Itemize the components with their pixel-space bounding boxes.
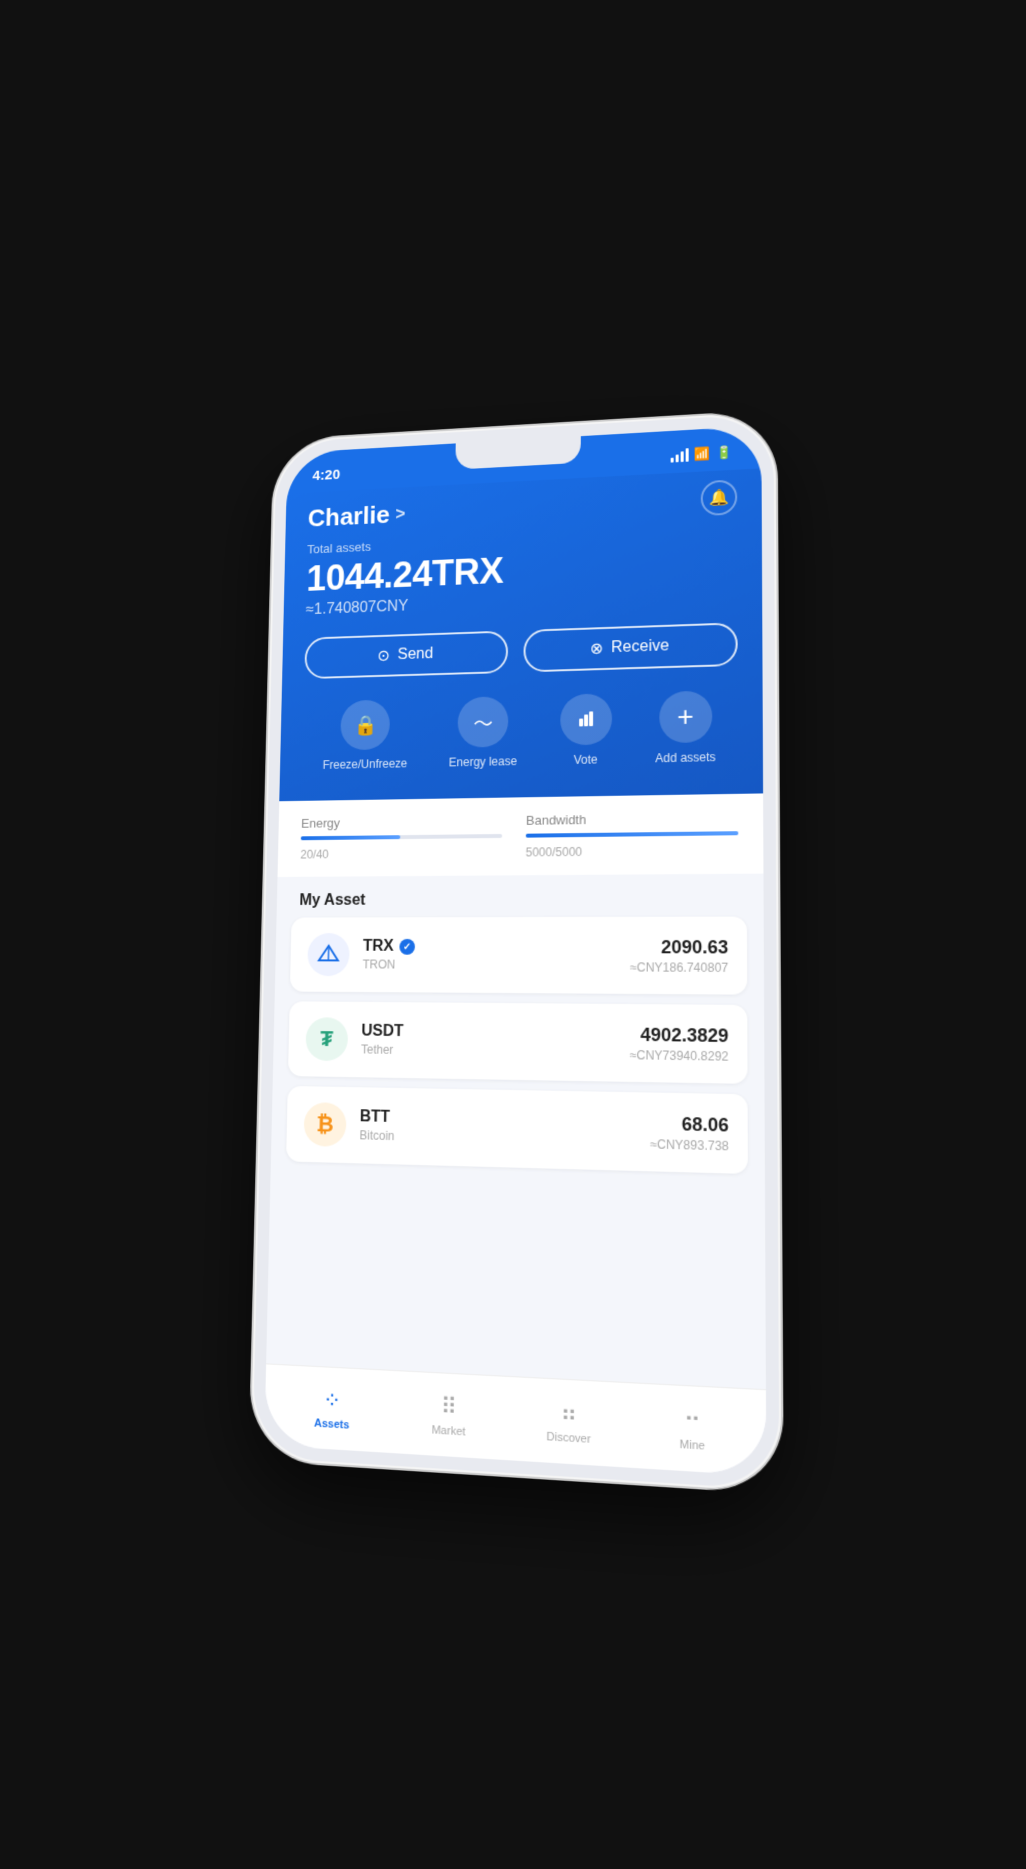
asset-left-trx: TRX ✓ TRON	[307, 933, 415, 976]
asset-list: TRX ✓ TRON 2090.63 ≈CNY186.740807	[271, 916, 765, 1174]
market-nav-icon: ⠿	[441, 1392, 458, 1420]
bandwidth-resource: Bandwidth 5000/5000	[526, 809, 739, 858]
resource-section: Energy 20/40 Bandwidth	[278, 793, 764, 877]
status-icons: 📶 🔋	[670, 444, 733, 463]
usdt-amount: 4902.3829	[630, 1023, 729, 1046]
bottom-nav: ⁘ Assets ⠿ Market ⠶ Discover ⠒	[264, 1363, 766, 1476]
trx-cny: ≈CNY186.740807	[630, 959, 728, 974]
assets-nav-icon: ⁘	[323, 1386, 342, 1414]
energy-bar-fill	[301, 835, 401, 840]
battery-icon: 🔋	[717, 444, 733, 460]
add-assets-action[interactable]: + Add assets	[655, 690, 716, 765]
action-buttons: ⊙ Send ⊗ Receive	[304, 622, 737, 679]
receive-icon: ⊗	[590, 638, 603, 658]
vote-label: Vote	[574, 752, 598, 766]
bandwidth-bar-track	[526, 831, 739, 837]
trx-info: TRX ✓ TRON	[363, 937, 416, 971]
asset-item-trx[interactable]: TRX ✓ TRON 2090.63 ≈CNY186.740807	[290, 916, 747, 994]
nav-discover[interactable]: ⠶ Discover	[508, 1396, 630, 1447]
usdt-info: USDT Tether	[361, 1022, 404, 1056]
asset-left-usdt: ₮ USDT Tether	[305, 1017, 403, 1062]
send-button[interactable]: ⊙ Send	[304, 630, 508, 679]
mine-nav-label: Mine	[680, 1437, 705, 1451]
trx-amounts: 2090.63 ≈CNY186.740807	[630, 936, 728, 974]
status-time: 4:20	[312, 466, 340, 483]
phone-wrapper: 4:20 📶 🔋	[250, 411, 781, 1492]
add-label: Add assets	[655, 750, 716, 765]
freeze-label: Freeze/Unfreeze	[323, 756, 408, 771]
nav-mine[interactable]: ⠒ Mine	[630, 1402, 755, 1454]
support-icon-glyph: 🔔	[709, 487, 729, 507]
energy-max: /40	[313, 847, 329, 861]
discover-nav-label: Discover	[547, 1430, 591, 1445]
btt-info: BTT Bitcoin	[359, 1108, 395, 1143]
user-name-row[interactable]: Charlie >	[308, 498, 406, 532]
usdt-sub: Tether	[361, 1042, 403, 1057]
asset-item-usdt[interactable]: ₮ USDT Tether	[288, 1001, 748, 1084]
add-icon: +	[659, 690, 712, 743]
bandwidth-bar-fill	[526, 831, 739, 837]
trx-name: TRX ✓	[363, 937, 415, 955]
content-area: Energy 20/40 Bandwidth	[264, 793, 766, 1476]
discover-nav-icon: ⠶	[560, 1399, 577, 1428]
send-label: Send	[397, 645, 433, 663]
btt-cny: ≈CNY893.738	[650, 1136, 729, 1152]
bandwidth-resource-label: Bandwidth	[526, 809, 738, 827]
header: Charlie > 🔔 Total assets 1044.24TRX ≈1.7…	[279, 468, 763, 801]
btt-amount: 68.06	[650, 1112, 729, 1136]
user-name-text: Charlie	[308, 499, 390, 532]
signal-icon	[670, 448, 688, 462]
trx-logo	[307, 933, 350, 976]
btt-sub: Bitcoin	[359, 1128, 394, 1143]
energy-resource: Energy 20/40	[300, 813, 502, 861]
receive-button[interactable]: ⊗ Receive	[523, 622, 737, 672]
freeze-icon: 🔒	[340, 699, 390, 750]
market-nav-label: Market	[432, 1423, 466, 1438]
chevron-right-icon: >	[395, 503, 405, 523]
quick-actions: 🔒 Freeze/Unfreeze 〜 Energy lease	[302, 689, 738, 771]
usdt-amounts: 4902.3829 ≈CNY73940.8292	[630, 1023, 729, 1062]
trx-amount: 2090.63	[630, 936, 728, 958]
energy-value: 20/40	[300, 843, 502, 861]
bandwidth-max: /5000	[552, 844, 582, 858]
vote-icon	[560, 693, 612, 745]
bandwidth-value: 5000/5000	[526, 841, 739, 859]
btt-logo: ₿	[304, 1102, 347, 1147]
notch	[455, 436, 580, 469]
trx-sub: TRON	[363, 957, 415, 971]
trx-verified: ✓	[399, 938, 415, 954]
btt-amounts: 68.06 ≈CNY893.738	[650, 1112, 729, 1152]
usdt-name: USDT	[361, 1022, 403, 1040]
nav-assets[interactable]: ⁘ Assets	[274, 1383, 390, 1433]
mine-nav-icon: ⠒	[684, 1405, 701, 1434]
assets-nav-label: Assets	[314, 1416, 349, 1430]
nav-market[interactable]: ⠿ Market	[390, 1389, 509, 1440]
send-icon: ⊙	[377, 646, 390, 665]
support-button[interactable]: 🔔	[701, 479, 738, 516]
btt-name: BTT	[360, 1108, 395, 1127]
wifi-icon: 📶	[694, 445, 710, 461]
receive-label: Receive	[611, 637, 669, 657]
asset-left-btt: ₿ BTT Bitcoin	[304, 1102, 395, 1148]
energy-bar-track	[301, 833, 502, 839]
phone-screen: 4:20 📶 🔋	[264, 425, 766, 1475]
usdt-cny: ≈CNY73940.8292	[630, 1047, 729, 1063]
energy-resource-label: Energy	[301, 813, 502, 830]
energy-icon: 〜	[458, 696, 509, 748]
my-asset-label: My Asset	[277, 873, 764, 917]
energy-label: Energy lease	[449, 754, 517, 769]
asset-item-btt[interactable]: ₿ BTT Bitcoin	[286, 1085, 748, 1173]
energy-action[interactable]: 〜 Energy lease	[449, 695, 518, 768]
phone-shell: 4:20 📶 🔋	[250, 411, 781, 1492]
vote-action[interactable]: Vote	[560, 693, 612, 767]
freeze-action[interactable]: 🔒 Freeze/Unfreeze	[323, 698, 409, 771]
usdt-logo: ₮	[305, 1017, 348, 1061]
